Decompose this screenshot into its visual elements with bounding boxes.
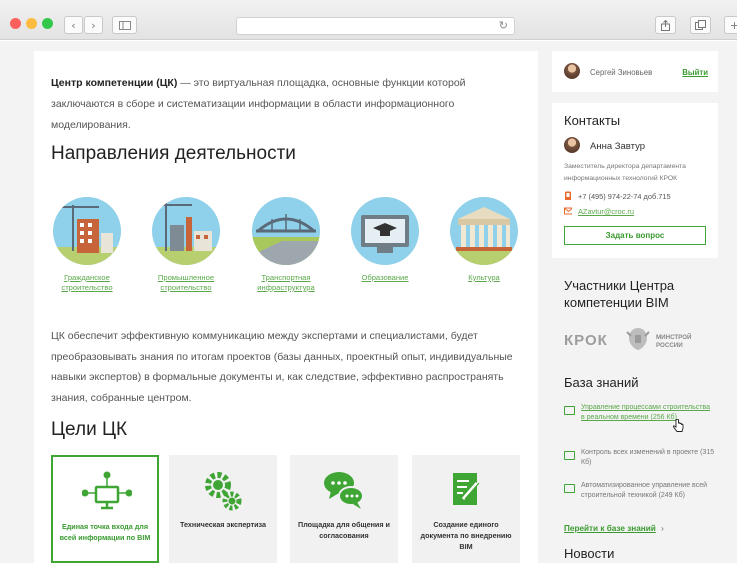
contact-position: Заместитель директора департамента инфор… [564, 163, 686, 182]
description-paragraph: ЦК обеспечит эффективную коммуникацию ме… [51, 330, 513, 404]
goals-title: Цели ЦК [51, 419, 128, 440]
direction-civil[interactable]: Гражданское строительство [42, 197, 132, 293]
knowledge-title: База знаний [564, 375, 639, 390]
news-title: Новости [564, 546, 615, 561]
chevron-right-icon: › [661, 524, 664, 533]
user-panel: Сергей Зиновьев Выйти [552, 51, 718, 92]
direction-transport[interactable]: Транспортная инфраструктура [241, 197, 331, 293]
intro-bold: Центр компетенции (ЦК) [51, 77, 178, 89]
logout-link[interactable]: Выйти [682, 68, 708, 77]
hand-pointer-icon [673, 419, 684, 432]
contact-email[interactable]: AZavtur@croc.ru [578, 207, 634, 216]
croc-logo[interactable]: КРОК [564, 332, 608, 349]
knowledge-item-label[interactable]: Контроль всех изменений в проекте (315 К… [581, 448, 715, 468]
document-icon [564, 406, 575, 415]
directions-title: Направления деятельности [51, 143, 296, 164]
goal-label: Техническая экспертиза [179, 520, 267, 529]
knowledge-item-label[interactable]: Автоматизированное управление всей строи… [581, 481, 715, 501]
knowledge-item-label[interactable]: Управление процессами строительства в ре… [581, 403, 715, 423]
phone-icon [565, 191, 571, 200]
monitor-network-icon [82, 471, 132, 510]
maximize-window-button[interactable] [42, 18, 53, 29]
chevron-left-icon: ‹ [71, 18, 76, 32]
direction-education[interactable]: Образование [340, 197, 430, 283]
graduation-cap-icon [351, 197, 419, 265]
direction-label[interactable]: Образование [340, 273, 430, 283]
intro-text: Центр компетенции (ЦК) — это виртуальная… [51, 73, 521, 136]
direction-label[interactable]: Транспортная инфраструктура [241, 273, 331, 293]
document-icon [564, 484, 575, 493]
gears-icon [205, 472, 242, 511]
sidebar-toggle-button[interactable] [112, 16, 137, 34]
sidebar: Сергей Зиновьев Выйти Контакты Анна Завт… [552, 51, 718, 563]
goal-card-communication[interactable]: Площадка для общения и согласования [290, 455, 398, 563]
user-avatar [564, 63, 580, 79]
contact-avatar [564, 137, 580, 153]
direction-label[interactable]: Культура [439, 273, 529, 283]
tabs-button[interactable] [690, 16, 711, 34]
goal-card-expertise[interactable]: Техническая экспертиза [169, 455, 277, 563]
ask-question-button[interactable]: Задать вопрос [564, 226, 706, 245]
direction-industrial[interactable]: Промышленное строительство [141, 197, 231, 293]
minimize-window-button[interactable] [26, 18, 37, 29]
bridge-icon [252, 197, 320, 265]
chevron-right-icon: › [91, 18, 96, 32]
theatre-building-icon [450, 197, 518, 265]
goal-card-single-entry[interactable]: Единая точка входа для всей информации п… [51, 455, 159, 563]
knowledge-item[interactable]: Управление процессами строительства в ре… [564, 403, 714, 437]
coat-of-arms-icon [626, 328, 650, 350]
forward-button[interactable]: › [84, 16, 103, 34]
tabs-icon [695, 20, 706, 30]
contacts-title: Контакты [564, 113, 621, 128]
minstroy-logo[interactable]: МИНСТРОЙ РОССИИ [656, 334, 706, 350]
goal-label: Создание единого документа по внедрению … [420, 520, 512, 551]
chat-bubbles-icon [324, 472, 364, 509]
knowledge-item[interactable]: Контроль всех изменений в проекте (315 К… [564, 448, 714, 472]
knowledge-item[interactable]: Автоматизированное управление всей строи… [564, 481, 714, 513]
reload-icon[interactable]: ↻ [499, 19, 508, 32]
contact-phone[interactable]: +7 (495) 974-22-74 доб.715 [578, 192, 671, 201]
new-tab-button[interactable]: + [724, 16, 737, 34]
page: Центр компетенции (ЦК) — это виртуальная… [0, 41, 737, 563]
participants-title: Участники Центра компетенции BIM [564, 278, 675, 310]
direction-label[interactable]: Промышленное строительство [141, 273, 231, 293]
sidebar-icon [118, 20, 131, 30]
main-content: Центр компетенции (ЦК) — это виртуальная… [34, 51, 538, 563]
share-button[interactable] [655, 16, 676, 34]
knowledge-base-link-label[interactable]: Перейти к базе знаний [564, 524, 656, 533]
share-icon [661, 19, 670, 31]
browser-toolbar: ‹ › ↻ + [0, 0, 737, 40]
knowledge-base-link[interactable]: Перейти к базе знаний › [564, 524, 664, 533]
goal-card-document[interactable]: Создание единого документа по внедрению … [412, 455, 520, 563]
contact-name: Анна Завтур [590, 141, 645, 152]
industrial-construction-icon [152, 197, 220, 265]
goal-label: Единая точка входа для всей информации п… [59, 522, 151, 542]
mail-icon [564, 207, 572, 215]
residential-construction-icon [53, 197, 121, 265]
close-window-button[interactable] [10, 18, 21, 29]
address-bar[interactable]: ↻ [236, 17, 515, 35]
direction-culture[interactable]: Культура [439, 197, 529, 283]
goal-label: Площадка для общения и согласования [298, 520, 390, 540]
contacts-card: Контакты Анна Завтур Заместитель директо… [552, 103, 718, 258]
back-button[interactable]: ‹ [64, 16, 83, 34]
document-icon [564, 451, 575, 460]
direction-label[interactable]: Гражданское строительство [42, 273, 132, 293]
document-edit-icon [453, 473, 480, 505]
user-name[interactable]: Сергей Зиновьев [590, 68, 652, 77]
